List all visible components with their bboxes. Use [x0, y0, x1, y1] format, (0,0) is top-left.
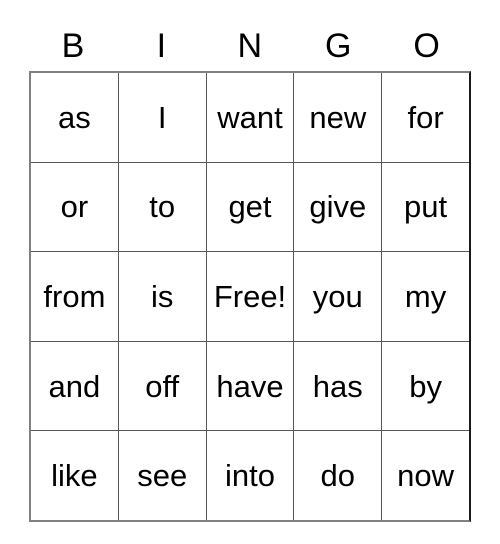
bingo-cell-label: for [407, 99, 444, 135]
bingo-cell-label: has [312, 368, 363, 404]
bingo-cell-n4[interactable]: have [205, 341, 294, 431]
bingo-cell-b1[interactable]: as [31, 73, 118, 162]
bingo-cell-o2[interactable]: put [381, 162, 469, 252]
bingo-cell-i5[interactable]: see [117, 431, 206, 520]
bingo-cell-label: my [404, 278, 447, 314]
bingo-cell-label: like [51, 458, 98, 494]
bingo-cell-label: now [397, 458, 455, 494]
bingo-cell-label: into [225, 458, 275, 494]
bingo-cell-o1[interactable]: for [381, 73, 469, 162]
bingo-free-space-label: Free! [213, 278, 287, 314]
bingo-cell-i4[interactable]: off [117, 341, 206, 431]
bingo-cell-g4[interactable]: has [293, 341, 382, 431]
bingo-cell-b4[interactable]: and [31, 341, 118, 431]
bingo-cell-g5[interactable]: do [293, 431, 382, 520]
bingo-cell-label: or [60, 189, 89, 225]
bingo-grid-row: or to get give put [31, 161, 469, 252]
bingo-cell-label: want [217, 99, 283, 135]
bingo-cell-label: I [157, 99, 167, 135]
bingo-cell-b2[interactable]: or [31, 162, 118, 252]
bingo-header-letter-n: N [237, 26, 263, 65]
bingo-cell-label: give [309, 189, 367, 225]
bingo-cell-n5[interactable]: into [205, 431, 294, 520]
bingo-cell-label: get [228, 189, 272, 225]
bingo-header-letter-i: I [156, 26, 167, 65]
bingo-cell-o4[interactable]: by [381, 341, 469, 431]
bingo-cell-label: and [48, 368, 101, 404]
bingo-header-letter-o: O [413, 26, 441, 65]
bingo-grid-row: and off have has by [31, 340, 469, 431]
bingo-cell-label: do [320, 458, 356, 494]
bingo-cell-n1[interactable]: want [205, 73, 294, 162]
bingo-cell-label: off [145, 368, 180, 404]
bingo-cell-n2[interactable]: get [205, 162, 294, 252]
bingo-cell-label: put [404, 189, 448, 225]
bingo-cell-label: have [216, 368, 284, 404]
bingo-cell-label: from [43, 278, 106, 314]
bingo-grid-row: from is Free! you my [31, 251, 469, 341]
bingo-header-row: B I N G O [29, 20, 471, 71]
bingo-cell-i2[interactable]: to [117, 162, 206, 252]
bingo-cell-i3[interactable]: is [117, 252, 206, 341]
bingo-cell-label: by [409, 368, 442, 404]
bingo-grid: as I want new for or to get give put fro… [29, 71, 471, 522]
bingo-cell-free-space[interactable]: Free! [205, 252, 294, 341]
bingo-cell-o5[interactable]: now [381, 431, 469, 520]
bingo-cell-g3[interactable]: you [293, 252, 382, 341]
bingo-cell-g2[interactable]: give [293, 162, 382, 252]
bingo-grid-row: as I want new for [31, 73, 469, 162]
bingo-card: B I N G O as I want new for or to get gi… [29, 20, 471, 522]
bingo-cell-label: you [312, 278, 363, 314]
bingo-cell-i1[interactable]: I [117, 73, 206, 162]
bingo-cell-label: is [151, 278, 174, 314]
bingo-cell-label: to [149, 189, 176, 225]
bingo-cell-o3[interactable]: my [381, 252, 469, 341]
bingo-cell-b3[interactable]: from [31, 252, 118, 341]
bingo-header-letter-b: B [61, 26, 85, 65]
bingo-cell-label: as [58, 99, 91, 135]
bingo-grid-row: like see into do now [31, 430, 469, 520]
bingo-cell-label: new [309, 99, 367, 135]
bingo-header-letter-g: G [324, 26, 352, 65]
bingo-cell-g1[interactable]: new [293, 73, 382, 162]
bingo-cell-b5[interactable]: like [31, 431, 118, 520]
bingo-cell-label: see [137, 458, 188, 494]
